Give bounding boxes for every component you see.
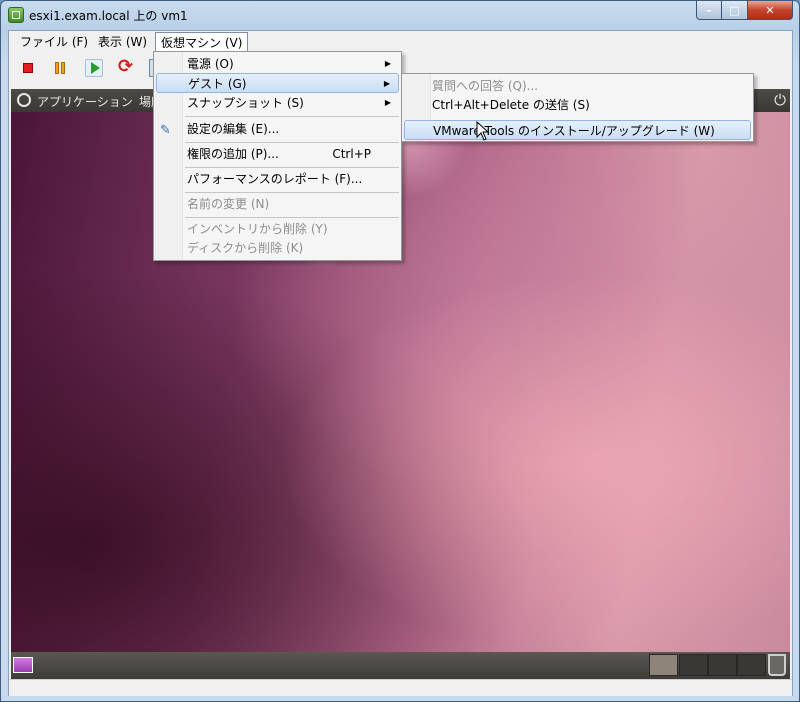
show-desktop-icon[interactable] bbox=[13, 657, 33, 673]
submenu-arrow-icon: ▶ bbox=[384, 98, 391, 107]
ubuntu-logo-icon[interactable] bbox=[17, 93, 31, 107]
menu-item-shortcut: Ctrl+P bbox=[332, 147, 371, 161]
menu-item-label: 質問への回答 (Q)... bbox=[432, 79, 539, 93]
menu-virtual-machine[interactable]: 仮想マシン (V) bbox=[155, 32, 249, 52]
menu-bar: ファイル (F) 表示 (W) 仮想マシン (V) bbox=[9, 31, 792, 53]
menu-item-label: 権限の追加 (P)... bbox=[187, 147, 279, 161]
menu-item-label: 設定の編集 (E)... bbox=[187, 122, 280, 136]
title-bar[interactable]: esxi1.exam.local 上の vm1 – □ ✕ bbox=[1, 1, 799, 29]
submenu-arrow-icon: ▶ bbox=[383, 79, 390, 88]
guest-power-icon[interactable]: ⏻ bbox=[774, 91, 786, 109]
caption-buttons: – □ ✕ bbox=[696, 1, 793, 21]
window-title: esxi1.exam.local 上の vm1 bbox=[29, 9, 188, 23]
trash-icon[interactable] bbox=[768, 654, 786, 676]
power-on-icon[interactable] bbox=[85, 59, 103, 77]
power-off-icon[interactable] bbox=[19, 59, 37, 77]
vm-menu-snapshot[interactable]: スナップショット (S) ▶ bbox=[156, 93, 399, 113]
menu-separator bbox=[185, 167, 399, 168]
vm-menu-performance-report[interactable]: パフォーマンスのレポート (F)... bbox=[156, 169, 399, 189]
workspace-2[interactable] bbox=[679, 654, 708, 676]
menu-separator bbox=[185, 142, 399, 143]
mouse-cursor-icon bbox=[476, 121, 490, 141]
guest-send-ctrl-alt-del[interactable]: Ctrl+Alt+Delete の送信 (S) bbox=[404, 95, 751, 115]
settings-icon: ✎ bbox=[160, 123, 171, 138]
close-button[interactable]: ✕ bbox=[748, 1, 793, 20]
vm-menu-power[interactable]: 電源 (O) ▶ bbox=[156, 54, 399, 74]
menu-item-label: Ctrl+Alt+Delete の送信 (S) bbox=[432, 98, 590, 112]
vm-menu-add-permission[interactable]: 権限の追加 (P)... Ctrl+P bbox=[156, 144, 399, 164]
vm-menu-delete-from-disk: ディスクから削除 (K) bbox=[156, 238, 399, 258]
workspace-1[interactable] bbox=[649, 654, 678, 676]
menu-item-label: インベントリから削除 (Y) bbox=[187, 222, 328, 236]
status-bar bbox=[9, 679, 792, 696]
menu-item-label: パフォーマンスのレポート (F)... bbox=[187, 172, 363, 186]
menu-item-label: 名前の変更 (N) bbox=[187, 197, 270, 211]
vm-menu: 電源 (O) ▶ ゲスト (G) ▶ スナップショット (S) ▶ ✎ 設定の編… bbox=[153, 51, 402, 261]
minimize-button[interactable]: – bbox=[696, 1, 722, 20]
guest-install-vmware-tools[interactable]: VMware Tools のインストール/アップグレード (W) bbox=[404, 120, 751, 140]
workspace-4[interactable] bbox=[737, 654, 766, 676]
guest-submenu: 質問への回答 (Q)... Ctrl+Alt+Delete の送信 (S) VM… bbox=[401, 73, 754, 142]
vm-console-icon bbox=[8, 7, 24, 23]
menu-separator bbox=[185, 116, 399, 117]
minimize-icon: – bbox=[706, 3, 712, 17]
menu-item-label: 電源 (O) bbox=[187, 57, 234, 71]
close-icon: ✕ bbox=[765, 3, 775, 17]
menu-separator bbox=[185, 217, 399, 218]
vm-menu-guest[interactable]: ゲスト (G) ▶ bbox=[156, 73, 399, 93]
maximize-icon: □ bbox=[729, 3, 740, 17]
submenu-arrow-icon: ▶ bbox=[384, 59, 391, 68]
vm-menu-remove-from-inventory: インベントリから削除 (Y) bbox=[156, 219, 399, 239]
menu-item-label: スナップショット (S) bbox=[187, 96, 304, 110]
menu-item-label: ディスクから削除 (K) bbox=[187, 241, 304, 255]
reset-icon[interactable] bbox=[117, 56, 135, 77]
maximize-button[interactable]: □ bbox=[722, 1, 748, 20]
menu-separator bbox=[185, 192, 399, 193]
vm-menu-rename: 名前の変更 (N) bbox=[156, 194, 399, 214]
suspend-icon[interactable] bbox=[51, 59, 69, 77]
menu-view[interactable]: 表示 (W) bbox=[93, 33, 152, 51]
workspace-3[interactable] bbox=[708, 654, 737, 676]
guest-places-menu[interactable]: 場所 bbox=[139, 93, 153, 110]
guest-answer-question: 質問への回答 (Q)... bbox=[404, 76, 751, 96]
menu-item-label: ゲスト (G) bbox=[188, 77, 247, 91]
guest-bottom-panel bbox=[11, 652, 790, 679]
menu-file[interactable]: ファイル (F) bbox=[15, 33, 93, 51]
guest-applications-menu[interactable]: アプリケーション bbox=[37, 93, 133, 110]
vm-menu-edit-settings[interactable]: ✎ 設定の編集 (E)... bbox=[156, 119, 399, 139]
